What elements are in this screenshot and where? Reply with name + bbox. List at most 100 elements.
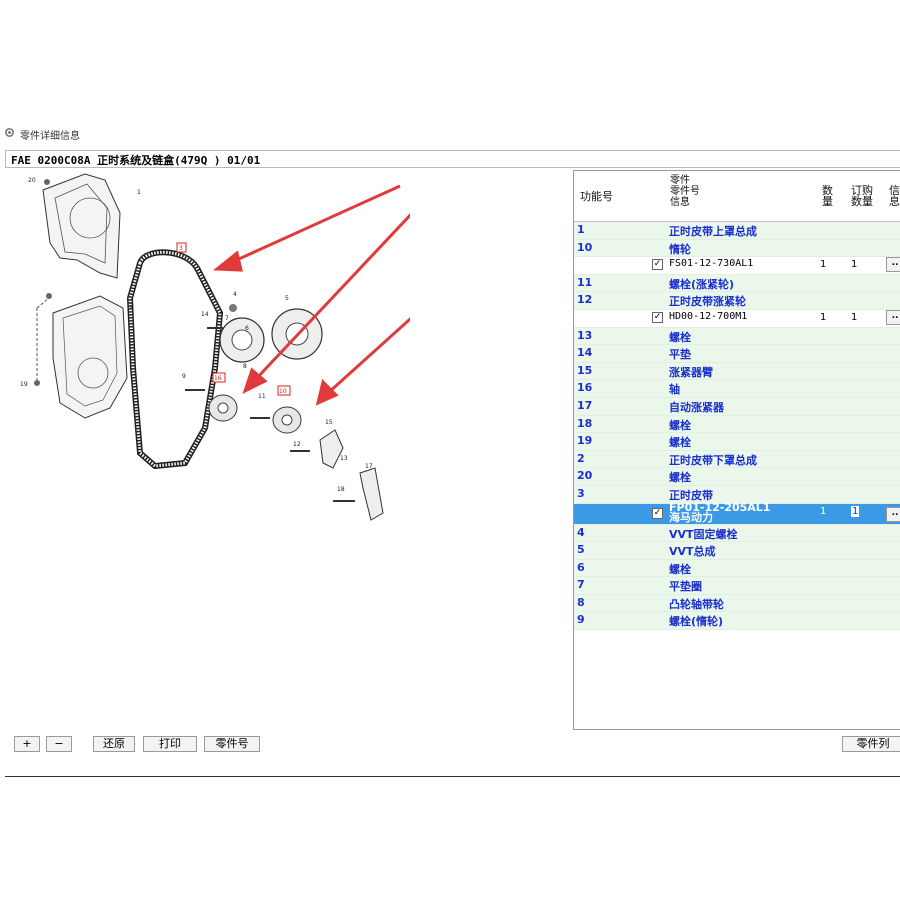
name-cell: 正时皮带涨紧轮: [669, 295, 746, 309]
table-row[interactable]: 6 螺栓: [574, 559, 900, 578]
part-number-row[interactable]: ✓ HD00-12-700M1 1 1..: [574, 309, 900, 328]
fn-cell: 5: [577, 543, 585, 557]
col-info-header[interactable]: 信 息: [889, 185, 900, 207]
fn-cell: 2: [577, 451, 585, 465]
diagram-header: FAE 0200C08A 正时系统及链盒(479Q ) 01/01: [5, 150, 900, 168]
name-cell: HD00-12-700M1: [669, 310, 748, 322]
table-row[interactable]: 12 正时皮带涨紧轮: [574, 292, 900, 310]
name-cell: 涨紧器臂: [669, 365, 713, 379]
svg-text:1: 1: [137, 189, 141, 196]
name-cell: 螺栓: [669, 330, 691, 344]
table-row[interactable]: 8 凸轮轴带轮: [574, 594, 900, 613]
table-row[interactable]: 19 螺栓: [574, 433, 900, 451]
qty-cell: 1: [820, 505, 827, 517]
name-cell: VVT总成: [669, 545, 716, 559]
qty-cell: 1: [820, 259, 827, 271]
name-cell: 轴: [669, 383, 680, 397]
fn-cell: 19: [577, 434, 593, 448]
qty-cell: 1: [820, 311, 827, 323]
name-cell: FS01-12-730AL1: [669, 258, 754, 270]
info-button[interactable]: ..: [886, 506, 900, 522]
annotation-arrows: [212, 184, 410, 406]
svg-text:15: 15: [325, 419, 333, 426]
info-button[interactable]: ..: [886, 257, 900, 273]
svg-text:11: 11: [258, 393, 266, 400]
restore-button[interactable]: 还原: [93, 736, 135, 752]
fn-cell: 3: [577, 486, 585, 500]
row-checkbox[interactable]: ✓: [652, 259, 663, 271]
name-cell: 惰轮: [669, 242, 691, 256]
part-number-row[interactable]: ✓ FS01-12-730AL1 1 1..: [574, 257, 900, 275]
svg-text:7: 7: [225, 315, 229, 322]
row-checkbox[interactable]: ✓: [652, 507, 663, 519]
fn-cell: 4: [577, 525, 585, 539]
parts-table-body: 1 正时皮带上罩总成 10 惰轮 ✓ FS01-12-730AL1 1 1.. 11 螺栓(涨紧轮…: [574, 222, 900, 631]
fn-cell: 15: [577, 363, 593, 377]
fn-cell: 10: [577, 240, 593, 254]
svg-text:19: 19: [20, 381, 28, 388]
col-fn-header[interactable]: 功能号: [580, 191, 613, 202]
fn-cell: 14: [577, 346, 593, 360]
col-name-header[interactable]: 零件 零件号 信息: [670, 175, 700, 208]
info-button[interactable]: ..: [886, 309, 900, 325]
table-row[interactable]: 20 螺栓: [574, 468, 900, 486]
fn-cell: 8: [577, 595, 585, 609]
svg-text:3: 3: [179, 245, 183, 252]
name-cell: 螺栓: [669, 436, 691, 450]
order-qty-cell[interactable]: 1: [851, 259, 857, 270]
table-row[interactable]: 2 正时皮带下罩总成: [574, 450, 900, 469]
table-row[interactable]: 11 螺栓(涨紧轮): [574, 274, 900, 293]
col-qty-header[interactable]: 数 量: [822, 185, 833, 207]
table-row[interactable]: 16 轴: [574, 380, 900, 398]
name-cell: 螺栓(惰轮): [669, 615, 724, 629]
bottom-divider: [5, 776, 900, 777]
svg-text:2: 2: [130, 303, 134, 310]
table-row[interactable]: 17 自动涨紧器: [574, 397, 900, 416]
name-cell: 螺栓: [669, 562, 691, 576]
name-cell: 螺栓(涨紧轮): [669, 277, 735, 291]
svg-text:13: 13: [340, 455, 348, 462]
fn-cell: 1: [577, 223, 585, 236]
print-button[interactable]: 打印: [143, 736, 197, 752]
col-order-header[interactable]: 订购 数量: [851, 185, 873, 207]
fn-cell: 13: [577, 328, 593, 342]
name-cell: 螺栓: [669, 471, 691, 485]
table-row[interactable]: 14 平垫: [574, 345, 900, 363]
table-row[interactable]: 4 VVT固定螺栓: [574, 524, 900, 543]
table-row[interactable]: 15 涨紧器臂: [574, 362, 900, 381]
zoom-out-button[interactable]: −: [46, 736, 72, 752]
table-row[interactable]: 10 惰轮: [574, 239, 900, 258]
fn-cell: 6: [577, 560, 585, 574]
name-cell: 正时皮带上罩总成: [669, 225, 757, 238]
svg-text:9: 9: [182, 373, 186, 380]
fn-cell: 11: [577, 275, 593, 289]
table-row[interactable]: 18 螺栓: [574, 415, 900, 434]
table-row[interactable]: 13 螺栓: [574, 327, 900, 346]
zoom-in-button[interactable]: +: [14, 736, 40, 752]
svg-text:6: 6: [245, 325, 249, 332]
part-number-row[interactable]: ✓ FP01-12-205AL1 海马动力 1 1..: [574, 502, 900, 525]
part-number-button[interactable]: 零件号: [204, 736, 260, 752]
row-checkbox[interactable]: ✓: [652, 311, 663, 323]
parts-table[interactable]: 功能号 零件 零件号 信息 数 量 订购 数量 信 息 1 正时皮带上罩总成 10 惰…: [573, 170, 900, 730]
table-row[interactable]: 7 平垫圈: [574, 577, 900, 595]
table-row[interactable]: 5 VVT总成: [574, 542, 900, 560]
timing-system-diagram: 20 1 3 4 5 14 16 9 11 10 15 12 13 17 18 …: [20, 173, 410, 521]
fn-cell: 20: [577, 469, 593, 483]
window-title: 零件详细信息: [20, 131, 80, 142]
window-titlebar: 零件详细信息: [0, 124, 900, 142]
parts-list-button[interactable]: 零件列: [842, 736, 900, 752]
parts-table-header: 功能号 零件 零件号 信息 数 量 订购 数量 信 息: [574, 171, 900, 222]
table-row[interactable]: 1 正时皮带上罩总成: [574, 222, 900, 240]
exploded-diagram[interactable]: 20 1 3 4 5 14 16 9 11 10 15 12 13 17 18 …: [15, 168, 410, 528]
order-qty-cell[interactable]: 1: [851, 312, 857, 323]
diagram-header-text: FAE 0200C08A 正时系统及链盒(479Q ) 01/01: [11, 154, 261, 167]
table-row[interactable]: 9 螺栓(惰轮): [574, 612, 900, 631]
svg-text:8: 8: [243, 363, 247, 370]
order-qty-cell[interactable]: 1: [851, 505, 860, 517]
name-cell: 凸轮轴带轮: [669, 597, 724, 611]
svg-text:18: 18: [337, 486, 345, 493]
svg-text:12: 12: [293, 441, 301, 448]
app-gear-icon: [5, 128, 14, 137]
name-cell: 正时皮带下罩总成: [669, 453, 757, 467]
